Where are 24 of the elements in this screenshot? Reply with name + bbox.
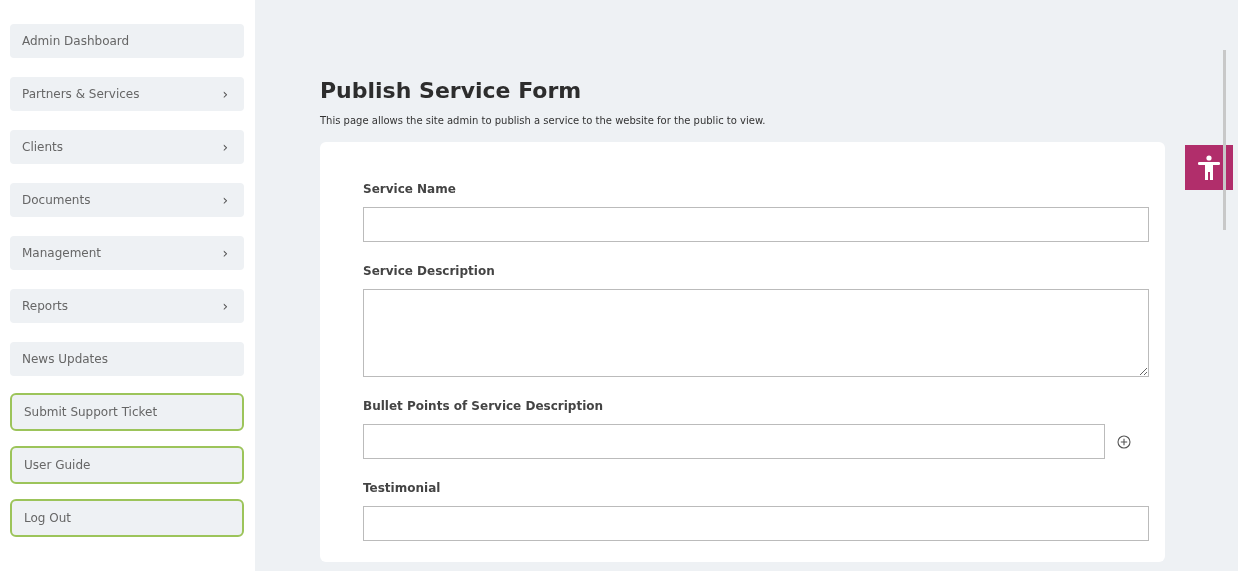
field-label: Service Name bbox=[363, 182, 457, 196]
accessibility-button[interactable] bbox=[1185, 145, 1233, 190]
sidebar-item[interactable]: Partners & Services › bbox=[10, 77, 244, 111]
sidebar-item[interactable]: Clients › bbox=[10, 130, 244, 164]
scrollbar[interactable] bbox=[1223, 50, 1226, 230]
sidebar-item[interactable]: Admin Dashboard bbox=[10, 24, 244, 58]
sidebar-item[interactable]: User Guide bbox=[10, 446, 244, 484]
page-description: This page allows the site admin to publish a service to the website for the public to view. bbox=[320, 115, 767, 126]
sidebar-item[interactable]: Submit Support Ticket bbox=[10, 393, 244, 431]
input-field[interactable] bbox=[363, 506, 1149, 541]
add-icon[interactable] bbox=[1117, 434, 1131, 449]
sidebar-item[interactable]: Management › bbox=[10, 236, 244, 270]
accessibility-icon bbox=[1197, 154, 1221, 181]
field-label: Bullet Points of Service Description bbox=[363, 399, 605, 413]
sidebar-item[interactable]: Documents › bbox=[10, 183, 244, 217]
sidebar-item[interactable]: Log Out bbox=[10, 499, 244, 537]
field-label: Service Description bbox=[363, 264, 496, 278]
sidebar-item[interactable]: Reports › bbox=[10, 289, 244, 323]
field-label: Testimonial bbox=[363, 481, 442, 495]
page-title: Publish Service Form bbox=[320, 78, 583, 103]
text-area[interactable] bbox=[363, 289, 1149, 377]
sidebar-item[interactable]: News Updates bbox=[10, 342, 244, 376]
input-field[interactable] bbox=[363, 207, 1149, 242]
input-field[interactable] bbox=[363, 424, 1105, 459]
